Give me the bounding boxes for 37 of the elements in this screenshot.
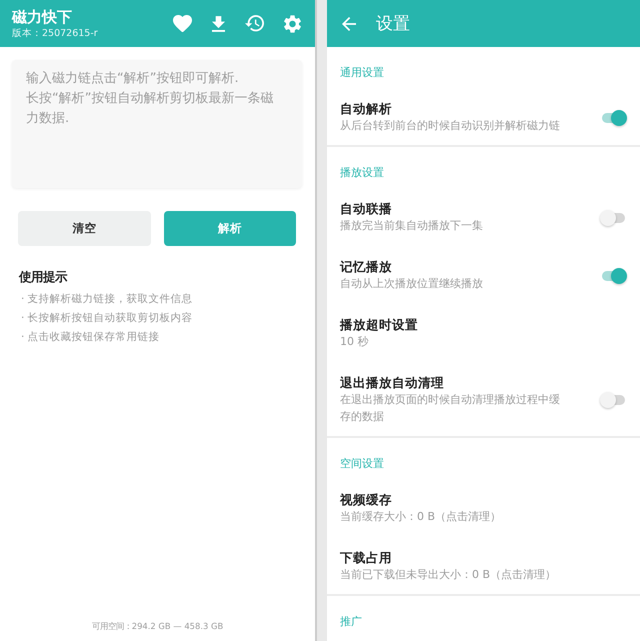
tips-heading: 使用提示 (19, 270, 67, 285)
setting-title: 退出播放自动清理 (340, 375, 444, 391)
heart-icon[interactable] (173, 14, 192, 32)
download-icon[interactable] (212, 16, 225, 32)
app-title: 磁力快下 (12, 8, 72, 26)
setting-description: 在退出播放页面的时候自动清理播放过程中缓存的数据 (340, 392, 561, 425)
version-text: 版本：25072615-r (12, 28, 98, 40)
history-icon[interactable] (245, 15, 264, 32)
section-heading: 空间设置 (340, 457, 384, 471)
setting-title: 下载占用 (340, 550, 392, 566)
clear-button[interactable]: 清空 (18, 211, 150, 246)
toggle-switch[interactable] (600, 392, 627, 408)
tip-text: · 点击收藏按钮保存常用链接 (21, 330, 160, 345)
tip-text: · 支持解析磁力链接，获取文件信息 (21, 292, 193, 307)
setting-title: 自动解析 (340, 101, 392, 117)
setting-description: 自动从上次播放位置继续播放 (340, 276, 483, 292)
back-icon[interactable] (342, 16, 356, 30)
screen-title: 设置 (376, 12, 410, 34)
setting-title: 播放超时设置 (340, 317, 418, 333)
setting-title: 自动联播 (340, 201, 392, 217)
setting-description: 当前缓存大小：0 B（点击清理） (340, 509, 502, 525)
setting-description: 播放完当前集自动播放下一集 (340, 218, 483, 234)
magnet-link-field[interactable]: 输入磁力链点击“解析”按钮即可解析. 长按“解析”按钮自动解析剪切板最新一条磁力数据. (12, 60, 302, 188)
section-heading: 播放设置 (340, 166, 384, 180)
section-heading: 推广 (340, 615, 362, 629)
toggle-switch[interactable] (600, 110, 627, 126)
setting-description: 10 秒 (340, 334, 368, 350)
section-heading: 通用设置 (340, 66, 384, 80)
storage-text: 可用空间：294.2 GB — 458.3 GB (92, 621, 224, 632)
tip-text: · 长按解析按钮自动获取剪切板内容 (21, 311, 193, 326)
toggle-switch[interactable] (600, 268, 627, 284)
setting-title: 记忆播放 (340, 259, 392, 275)
setting-title: 视频缓存 (340, 492, 392, 508)
setting-description: 当前已下载但未导出大小：0 B（点击清理） (340, 567, 556, 583)
toggle-switch[interactable] (600, 210, 627, 226)
settings-icon[interactable] (284, 14, 301, 32)
setting-description: 从后台转到前台的时候自动识别并解析磁力链 (340, 118, 560, 134)
